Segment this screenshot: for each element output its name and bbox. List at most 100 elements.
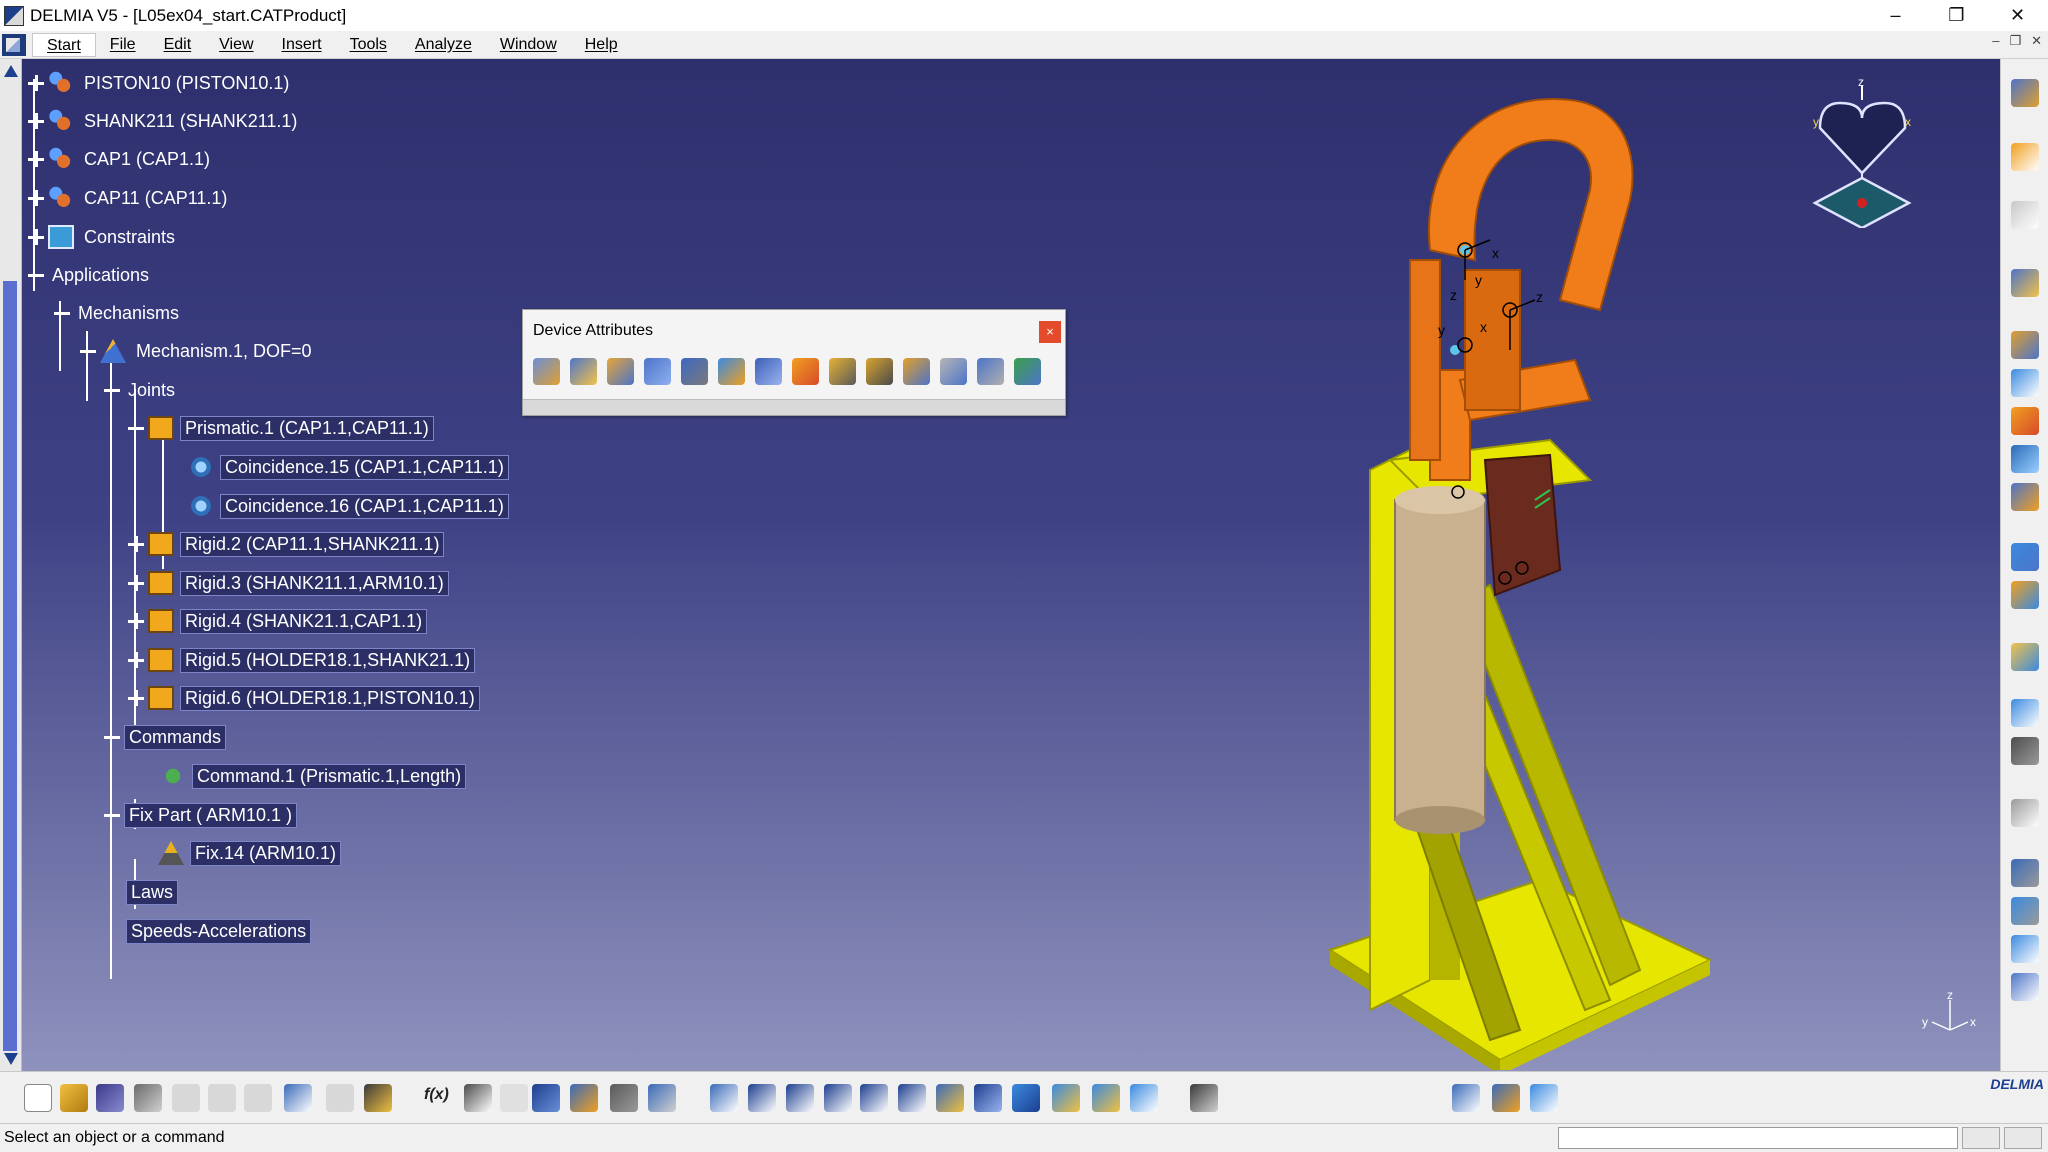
tree-node-applications[interactable]: Applications	[28, 261, 153, 289]
welding-gun-model[interactable]: x y z x y z	[1310, 80, 1730, 1070]
tree-node-mechanisms[interactable]: Mechanisms	[54, 299, 183, 327]
formula-icon[interactable]: f(x)	[424, 1086, 452, 1114]
fly-mode-icon[interactable]	[710, 1084, 738, 1112]
tree-node-laws[interactable]: Laws	[126, 878, 179, 906]
joint-speed-icon[interactable]	[718, 358, 745, 385]
scroll-up-icon[interactable]	[4, 65, 18, 77]
shading-icon[interactable]	[1052, 1084, 1080, 1112]
travel-limits-icon[interactable]	[607, 358, 634, 385]
tree-node-rigid4[interactable]: Rigid.4 (SHANK21.1,CAP1.1)	[128, 607, 428, 635]
mechanism-dressup-icon[interactable]	[2011, 79, 2039, 107]
tree-node-fixpart[interactable]: Fix Part ( ARM10.1 )	[104, 801, 298, 829]
tree-node-constraints[interactable]: Constraints	[28, 223, 179, 251]
parameters-icon[interactable]	[610, 1084, 638, 1112]
device-tool-icon[interactable]	[533, 358, 560, 385]
menu-insert[interactable]: Insert	[268, 33, 336, 57]
curve-joint-icon[interactable]	[2011, 973, 2039, 1001]
device-attributes-toolbar[interactable]: Device Attributes ×	[522, 309, 1066, 416]
clash-icon[interactable]	[2011, 799, 2039, 827]
tree-expand-icon[interactable]	[1452, 1084, 1480, 1112]
restore-button[interactable]: ❐	[1926, 0, 1987, 31]
multi-view-icon[interactable]	[974, 1084, 1002, 1112]
teach-icon[interactable]	[977, 358, 1004, 385]
collapse-icon[interactable]	[54, 305, 70, 321]
whats-this-icon[interactable]	[364, 1084, 392, 1112]
tool-tip-icon[interactable]	[866, 358, 893, 385]
undo-icon[interactable]	[284, 1084, 312, 1112]
law-icon[interactable]	[2011, 445, 2039, 473]
status-option-button[interactable]	[1962, 1127, 2000, 1149]
tree-node-joints[interactable]: Joints	[104, 376, 179, 404]
menu-tools[interactable]: Tools	[336, 33, 401, 57]
menu-start[interactable]: Start	[32, 32, 96, 57]
compass-widget[interactable]: z y x	[1805, 78, 1915, 228]
tree-node-rigid2[interactable]: Rigid.2 (CAP11.1,SHANK211.1)	[128, 530, 445, 558]
doc-minimize-button[interactable]: –	[1992, 33, 1999, 49]
turn-icon[interactable]	[829, 358, 856, 385]
redo-icon[interactable]	[326, 1084, 354, 1112]
status-help-button[interactable]	[2004, 1127, 2042, 1149]
capture-icon[interactable]	[1190, 1084, 1218, 1112]
expand-icon[interactable]	[128, 652, 144, 668]
scroll-thumb[interactable]	[3, 281, 17, 1051]
paste-icon[interactable]	[244, 1084, 272, 1112]
print-icon[interactable]	[134, 1084, 162, 1112]
tree-scrollbar[interactable]	[0, 59, 22, 1071]
refresh-icon[interactable]	[1014, 358, 1041, 385]
tree-node-shank211[interactable]: SHANK211 (SHANK211.1)	[28, 107, 301, 135]
fixed-part-icon[interactable]	[2011, 407, 2039, 435]
menu-help[interactable]: Help	[571, 33, 632, 57]
kinematics-icon[interactable]	[2011, 581, 2039, 609]
cut-icon[interactable]	[172, 1084, 200, 1112]
simulation-icon[interactable]	[2011, 269, 2039, 297]
minimize-button[interactable]: –	[1865, 0, 1926, 31]
open-folder-icon[interactable]	[60, 1084, 88, 1112]
menu-window[interactable]: Window	[486, 33, 571, 57]
tree-node-command1[interactable]: Command.1 (Prismatic.1,Length)	[160, 762, 467, 790]
tree-node-rigid5[interactable]: Rigid.5 (HOLDER18.1,SHANK21.1)	[128, 646, 476, 674]
device-attributes-close-button[interactable]: ×	[1039, 321, 1061, 343]
pan-icon[interactable]	[786, 1084, 814, 1112]
doc-close-button[interactable]: ✕	[2031, 33, 2042, 49]
device-link-icon[interactable]	[681, 358, 708, 385]
kinematic-solver-icon[interactable]	[755, 358, 782, 385]
measure-icon[interactable]	[2011, 699, 2039, 727]
zoom-in-icon[interactable]	[860, 1084, 888, 1112]
menu-analyze[interactable]: Analyze	[401, 33, 486, 57]
expand-icon[interactable]	[128, 575, 144, 591]
collapse-icon[interactable]	[104, 382, 120, 398]
expand-icon[interactable]	[128, 613, 144, 629]
tree-node-rigid3[interactable]: Rigid.3 (SHANK211.1,ARM10.1)	[128, 569, 449, 597]
expand-icon[interactable]	[128, 536, 144, 552]
speed-acceleration-icon[interactable]	[2011, 483, 2039, 511]
expand-icon[interactable]	[128, 690, 144, 706]
dof-icon[interactable]	[644, 358, 671, 385]
scroll-down-icon[interactable]	[4, 1053, 18, 1065]
save-icon[interactable]	[96, 1084, 124, 1112]
menu-view[interactable]: View	[205, 33, 267, 57]
link-icon[interactable]	[500, 1084, 528, 1112]
jog-icon[interactable]	[940, 358, 967, 385]
copy-icon[interactable]	[208, 1084, 236, 1112]
tree-node-commands[interactable]: Commands	[104, 723, 227, 751]
base-icon[interactable]	[903, 358, 930, 385]
close-button[interactable]: ✕	[1987, 0, 2048, 31]
tree-node-coincidence16[interactable]: Coincidence.16 (CAP1.1,CAP11.1)	[188, 492, 509, 520]
collapse-icon[interactable]	[80, 343, 96, 359]
table-icon[interactable]	[532, 1084, 560, 1112]
expand-icon[interactable]	[28, 190, 44, 206]
sensor-icon[interactable]	[2011, 643, 2039, 671]
expand-icon[interactable]	[28, 113, 44, 129]
select-arrow-icon[interactable]	[2011, 143, 2039, 171]
tree-node-piston10[interactable]: PISTON10 (PISTON10.1)	[28, 69, 293, 97]
tree-node-cap11[interactable]: CAP11 (CAP11.1)	[28, 184, 231, 212]
axis-system-icon[interactable]	[1492, 1084, 1520, 1112]
inverse-kinematics-icon[interactable]	[792, 358, 819, 385]
collapse-icon[interactable]	[104, 729, 120, 745]
normal-view-icon[interactable]	[936, 1084, 964, 1112]
tree-node-rigid6[interactable]: Rigid.6 (HOLDER18.1,PISTON10.1)	[128, 684, 480, 712]
catalog-icon[interactable]	[570, 1084, 598, 1112]
assembly-constraints-icon[interactable]	[2011, 369, 2039, 397]
command-input[interactable]	[1558, 1127, 1958, 1149]
mechanism-analysis-icon[interactable]	[2011, 543, 2039, 571]
